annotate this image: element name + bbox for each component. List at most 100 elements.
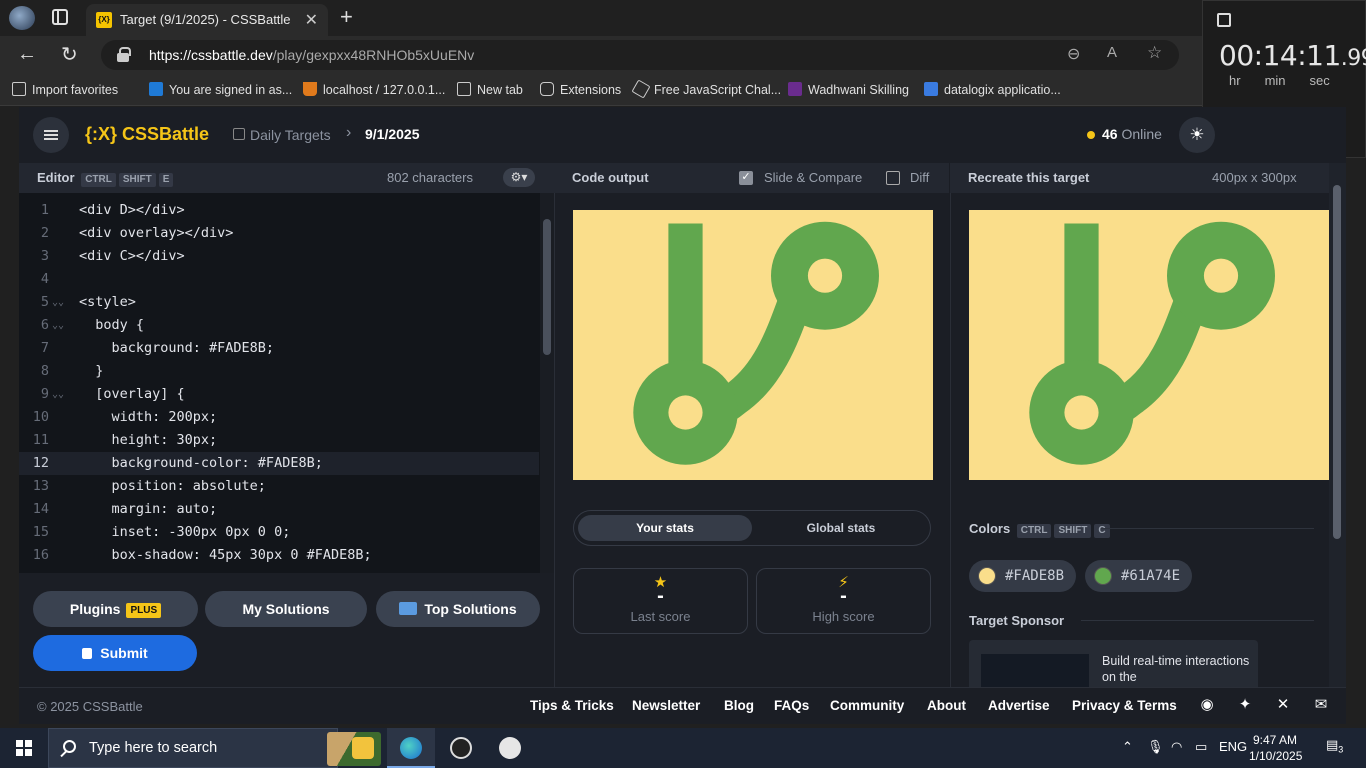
code-line[interactable]: 13 position: absolute; <box>19 475 539 498</box>
footer-link-faqs[interactable]: FAQs <box>774 698 809 713</box>
fav-new-tab[interactable]: New tab <box>457 82 523 97</box>
footer-link-about[interactable]: About <box>927 698 966 713</box>
breadcrumb-date: 9/1/2025 <box>365 126 420 142</box>
microphone-icon[interactable]: 🎙 <box>1147 739 1164 755</box>
clock-app[interactable] <box>486 728 534 768</box>
submit-button[interactable]: Submit <box>33 635 197 671</box>
sun-theme-icon[interactable]: ☀ <box>1179 117 1215 153</box>
profile-avatar[interactable] <box>9 6 35 30</box>
app-header: {:X} CSSBattle Daily Targets › 9/1/2025 … <box>19 107 1346 163</box>
tab-your-stats[interactable]: Your stats <box>578 515 752 541</box>
diff-checkbox[interactable] <box>886 171 900 185</box>
top-solutions-button[interactable]: Top Solutions <box>376 591 540 627</box>
tab-global-stats[interactable]: Global stats <box>754 515 928 541</box>
fav-localhost[interactable]: localhost / 127.0.0.1... <box>303 82 445 97</box>
target-scroll-thumb[interactable] <box>1333 185 1341 539</box>
sponsor-card[interactable]: Build real-time interactions on the <box>969 640 1258 687</box>
slide-compare-checkbox[interactable]: ✓ <box>739 171 753 185</box>
code-editor[interactable]: 1 <div D></div> 2 <div overlay></div> 3 <di… <box>19 193 554 573</box>
taskbar-search[interactable]: Type here to search <box>48 728 381 768</box>
code-line[interactable]: 15 inset: -300px 0px 0 0; <box>19 521 539 544</box>
fav-datalogix[interactable]: datalogix applicatio... <box>924 82 1061 97</box>
color-chip-yellow[interactable]: #FADE8B <box>969 560 1077 592</box>
footer-link-newsletter[interactable]: Newsletter <box>632 698 700 713</box>
notifications-icon[interactable]: ▤3 <box>1326 737 1346 757</box>
code-line[interactable]: 16 box-shadow: 45px 30px 0 #FADE8B; <box>19 544 539 567</box>
code-line[interactable]: 2 <div overlay></div> <box>19 222 539 245</box>
code-line[interactable]: 4 <box>19 268 539 291</box>
code-line[interactable]: 10 width: 200px; <box>19 406 539 429</box>
edge-app[interactable] <box>387 728 435 768</box>
code-line[interactable]: 8 } <box>19 360 539 383</box>
obs-app[interactable] <box>437 728 485 768</box>
fav-extensions[interactable]: Extensions <box>540 82 621 97</box>
tray-chevron-icon[interactable]: ⌃ <box>1122 739 1133 755</box>
code-line[interactable]: 5 ⌄⌄ <style> <box>19 291 539 314</box>
url-field[interactable]: https://cssbattle.dev/play/gexpxx48RNHOb… <box>101 40 1179 70</box>
windows-start-icon[interactable] <box>16 740 32 756</box>
code-line[interactable]: 3 <div C></div> <box>19 245 539 268</box>
last-score-card: ★ - Last score <box>573 568 748 634</box>
code-line[interactable]: 6 ⌄⌄ body { <box>19 314 539 337</box>
taskbar-clock[interactable]: 9:47 AM 1/10/2025 <box>1249 732 1302 764</box>
code-line[interactable]: 14 margin: auto; <box>19 498 539 521</box>
high-score-value: - <box>840 585 847 607</box>
code-output-canvas[interactable] <box>573 210 933 480</box>
discord-icon[interactable]: ◉ <box>1199 697 1215 713</box>
gear-icon[interactable]: ⚙▾ <box>503 168 535 187</box>
target-scrollbar[interactable] <box>1329 163 1346 687</box>
zoom-icon[interactable]: ⊖ <box>1067 44 1080 64</box>
fav-wadhwani[interactable]: Wadhwani Skilling <box>788 82 909 97</box>
diff-label[interactable]: Diff <box>910 170 929 185</box>
footer-link-blog[interactable]: Blog <box>724 698 754 713</box>
last-score-value: - <box>657 585 664 607</box>
code-line[interactable]: 1 <div D></div> <box>19 199 539 222</box>
fav-javascript[interactable]: Free JavaScript Chal... <box>631 79 781 99</box>
lock-icon[interactable] <box>117 47 131 62</box>
puzzle-icon <box>540 82 554 96</box>
footer-link-community[interactable]: Community <box>830 698 904 713</box>
new-tab-icon[interactable]: + <box>340 4 353 30</box>
cssbattle-logo[interactable]: {:X} CSSBattle <box>85 124 209 145</box>
tab-actions-icon[interactable] <box>52 9 68 25</box>
fav-signed-in[interactable]: You are signed in as... <box>149 82 292 97</box>
battery-icon[interactable]: ▭ <box>1195 739 1207 755</box>
timer-value: 00:14:11.99 <box>1219 39 1366 72</box>
tab-close-icon[interactable]: ✕ <box>305 10 318 30</box>
slide-compare-label[interactable]: Slide & Compare <box>764 170 862 185</box>
my-solutions-button[interactable]: My Solutions <box>205 591 367 627</box>
fav-import[interactable]: Import favorites <box>12 82 118 97</box>
code-line-active[interactable]: 12 background-color: #FADE8B; <box>19 452 539 475</box>
editor-scroll-thumb[interactable] <box>543 219 551 355</box>
plugins-button[interactable]: Plugins PLUS <box>33 591 198 627</box>
hamburger-menu-button[interactable] <box>33 117 69 153</box>
kbd-e: E <box>158 173 174 187</box>
read-aloud-icon[interactable]: A <box>1107 44 1117 61</box>
expand-icon[interactable] <box>1217 13 1231 27</box>
editor-scrollbar[interactable] <box>540 193 554 573</box>
refresh-icon[interactable]: ↻ <box>61 42 78 67</box>
stats-tabs: Your stats Global stats <box>573 510 931 546</box>
footer-link-tips[interactable]: Tips & Tricks <box>530 698 614 713</box>
browser-tab-active[interactable]: {X} Target (9/1/2025) - CSSBattle ✕ <box>86 4 328 36</box>
sponsor-text: Build real-time interactions on the <box>1102 654 1250 684</box>
language-indicator[interactable]: ENG <box>1219 739 1247 754</box>
color-chip-green[interactable]: #61A74E <box>1085 560 1193 592</box>
breadcrumb-daily-targets[interactable]: Daily Targets <box>250 127 331 143</box>
wifi-icon[interactable]: ◠ <box>1171 739 1182 755</box>
s-logo-icon <box>149 82 163 96</box>
footer-link-advertise[interactable]: Advertise <box>988 698 1050 713</box>
favorite-star-icon[interactable]: ☆ <box>1147 43 1162 63</box>
target-shape <box>1029 221 1275 465</box>
x-twitter-icon[interactable]: ✕ <box>1275 697 1291 713</box>
doc-icon <box>924 82 938 96</box>
code-line[interactable]: 7 background: #FADE8B; <box>19 337 539 360</box>
file-explorer-app[interactable] <box>339 728 387 768</box>
footer-link-privacy[interactable]: Privacy & Terms <box>1072 698 1177 713</box>
back-arrow-icon[interactable]: ← <box>17 43 37 66</box>
code-line[interactable]: 11 height: 30px; <box>19 429 539 452</box>
favorites-bar: Import favorites You are signed in as...… <box>0 74 1366 106</box>
mail-icon[interactable]: ✉ <box>1313 697 1329 713</box>
bluesky-icon[interactable]: ✦ <box>1237 697 1253 713</box>
code-line[interactable]: 9 ⌄⌄ [overlay] { <box>19 383 539 406</box>
